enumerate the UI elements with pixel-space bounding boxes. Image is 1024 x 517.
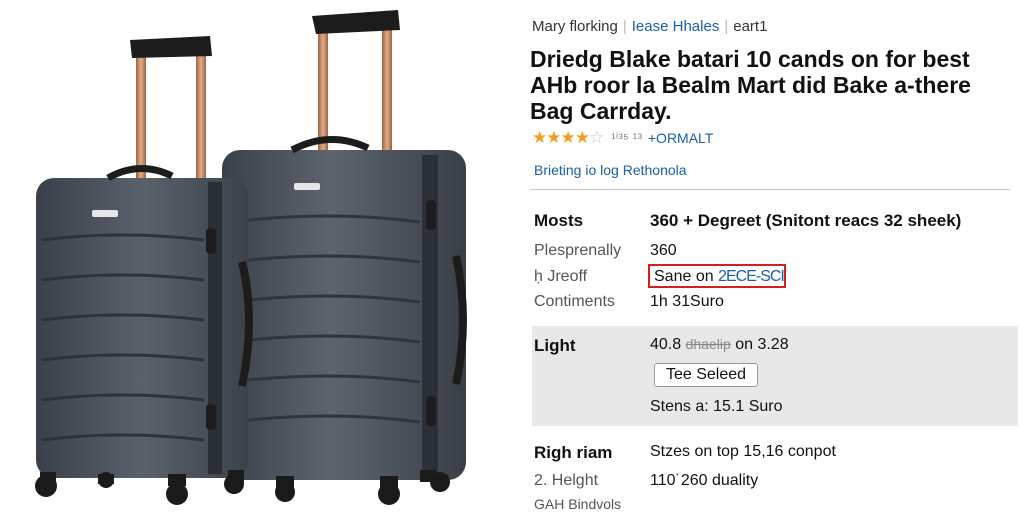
panel-price: Stens a: 15.1 Suro — [650, 398, 783, 415]
panel-value-strike: dhaelip — [685, 336, 731, 352]
spec-label: Plesprenally — [534, 242, 622, 259]
large-suitcase — [222, 10, 467, 505]
spec-value: 1h 31Suro — [650, 293, 724, 310]
spec-label: 2. Helght — [534, 472, 599, 489]
product-title: Driedg Blake batari 10 cands on for best… — [530, 46, 971, 124]
product-details: Mary florking | Iease Hhales | eart1 Driedg … — [528, 0, 1018, 512]
breadcrumb: Mary florking | Iease Hhales | eart1 — [532, 18, 767, 35]
star-icon: ★ — [546, 128, 561, 147]
breadcrumb-separator: | — [724, 18, 729, 35]
spec-value-prefix: Sane on — [654, 268, 714, 285]
spec-value: 360 — [650, 242, 677, 259]
select-button[interactable]: Tee Seleed — [654, 363, 758, 387]
luggage-illustration — [35, 10, 467, 505]
rating-count: ¹ⁱ³⁵ ¹³ — [611, 130, 642, 146]
spec-label: Contiments — [534, 293, 615, 310]
divider — [530, 189, 1010, 190]
star-icon: ★ — [560, 128, 576, 147]
panel-label: Light — [534, 336, 576, 355]
star-rating[interactable]: ★★★★☆ — [532, 128, 604, 147]
panel-value-suffix: on 3.28 — [735, 336, 789, 353]
panel-value-prefix: 40.8 — [650, 336, 682, 353]
panel-value: 40.8 dhaelip on 3.28 — [650, 336, 789, 354]
spec-label: Mosts — [534, 211, 584, 230]
spec-label: ḥ Jreoff — [534, 268, 588, 285]
spec-value: Stzes on top 15,16 conpot — [650, 443, 836, 460]
small-suitcase — [35, 36, 253, 505]
spec-value: 360 + Degreet (Snitont reacs 32 sheek) — [650, 211, 962, 230]
star-icon: ★ — [574, 128, 590, 147]
spec-value: 110˙260 duality — [650, 472, 759, 489]
spec-value-highlighted[interactable]: Sane on 2ECE-SCI — [654, 268, 785, 286]
spec-value-link[interactable]: 2ECE-SCI — [718, 268, 785, 285]
star-icon: ★ — [532, 128, 547, 147]
product-image[interactable] — [0, 0, 510, 512]
rating-row: ★★★★☆ ¹ⁱ³⁵ ¹³ +ORMALT — [532, 128, 713, 148]
breadcrumb-separator: | — [622, 18, 627, 35]
star-empty-icon: ☆ — [589, 128, 604, 147]
breadcrumb-item[interactable]: eart1 — [733, 18, 767, 35]
help-link[interactable]: Brieting io log Rethonola — [534, 162, 687, 178]
spec-label: GAH Bindvols — [534, 496, 622, 512]
breadcrumb-item[interactable]: Iease Hhales — [632, 18, 720, 35]
format-link[interactable]: +ORMALT — [648, 130, 713, 146]
breadcrumb-item[interactable]: Mary florking — [532, 18, 618, 35]
spec-label: Righ riam — [534, 443, 613, 462]
